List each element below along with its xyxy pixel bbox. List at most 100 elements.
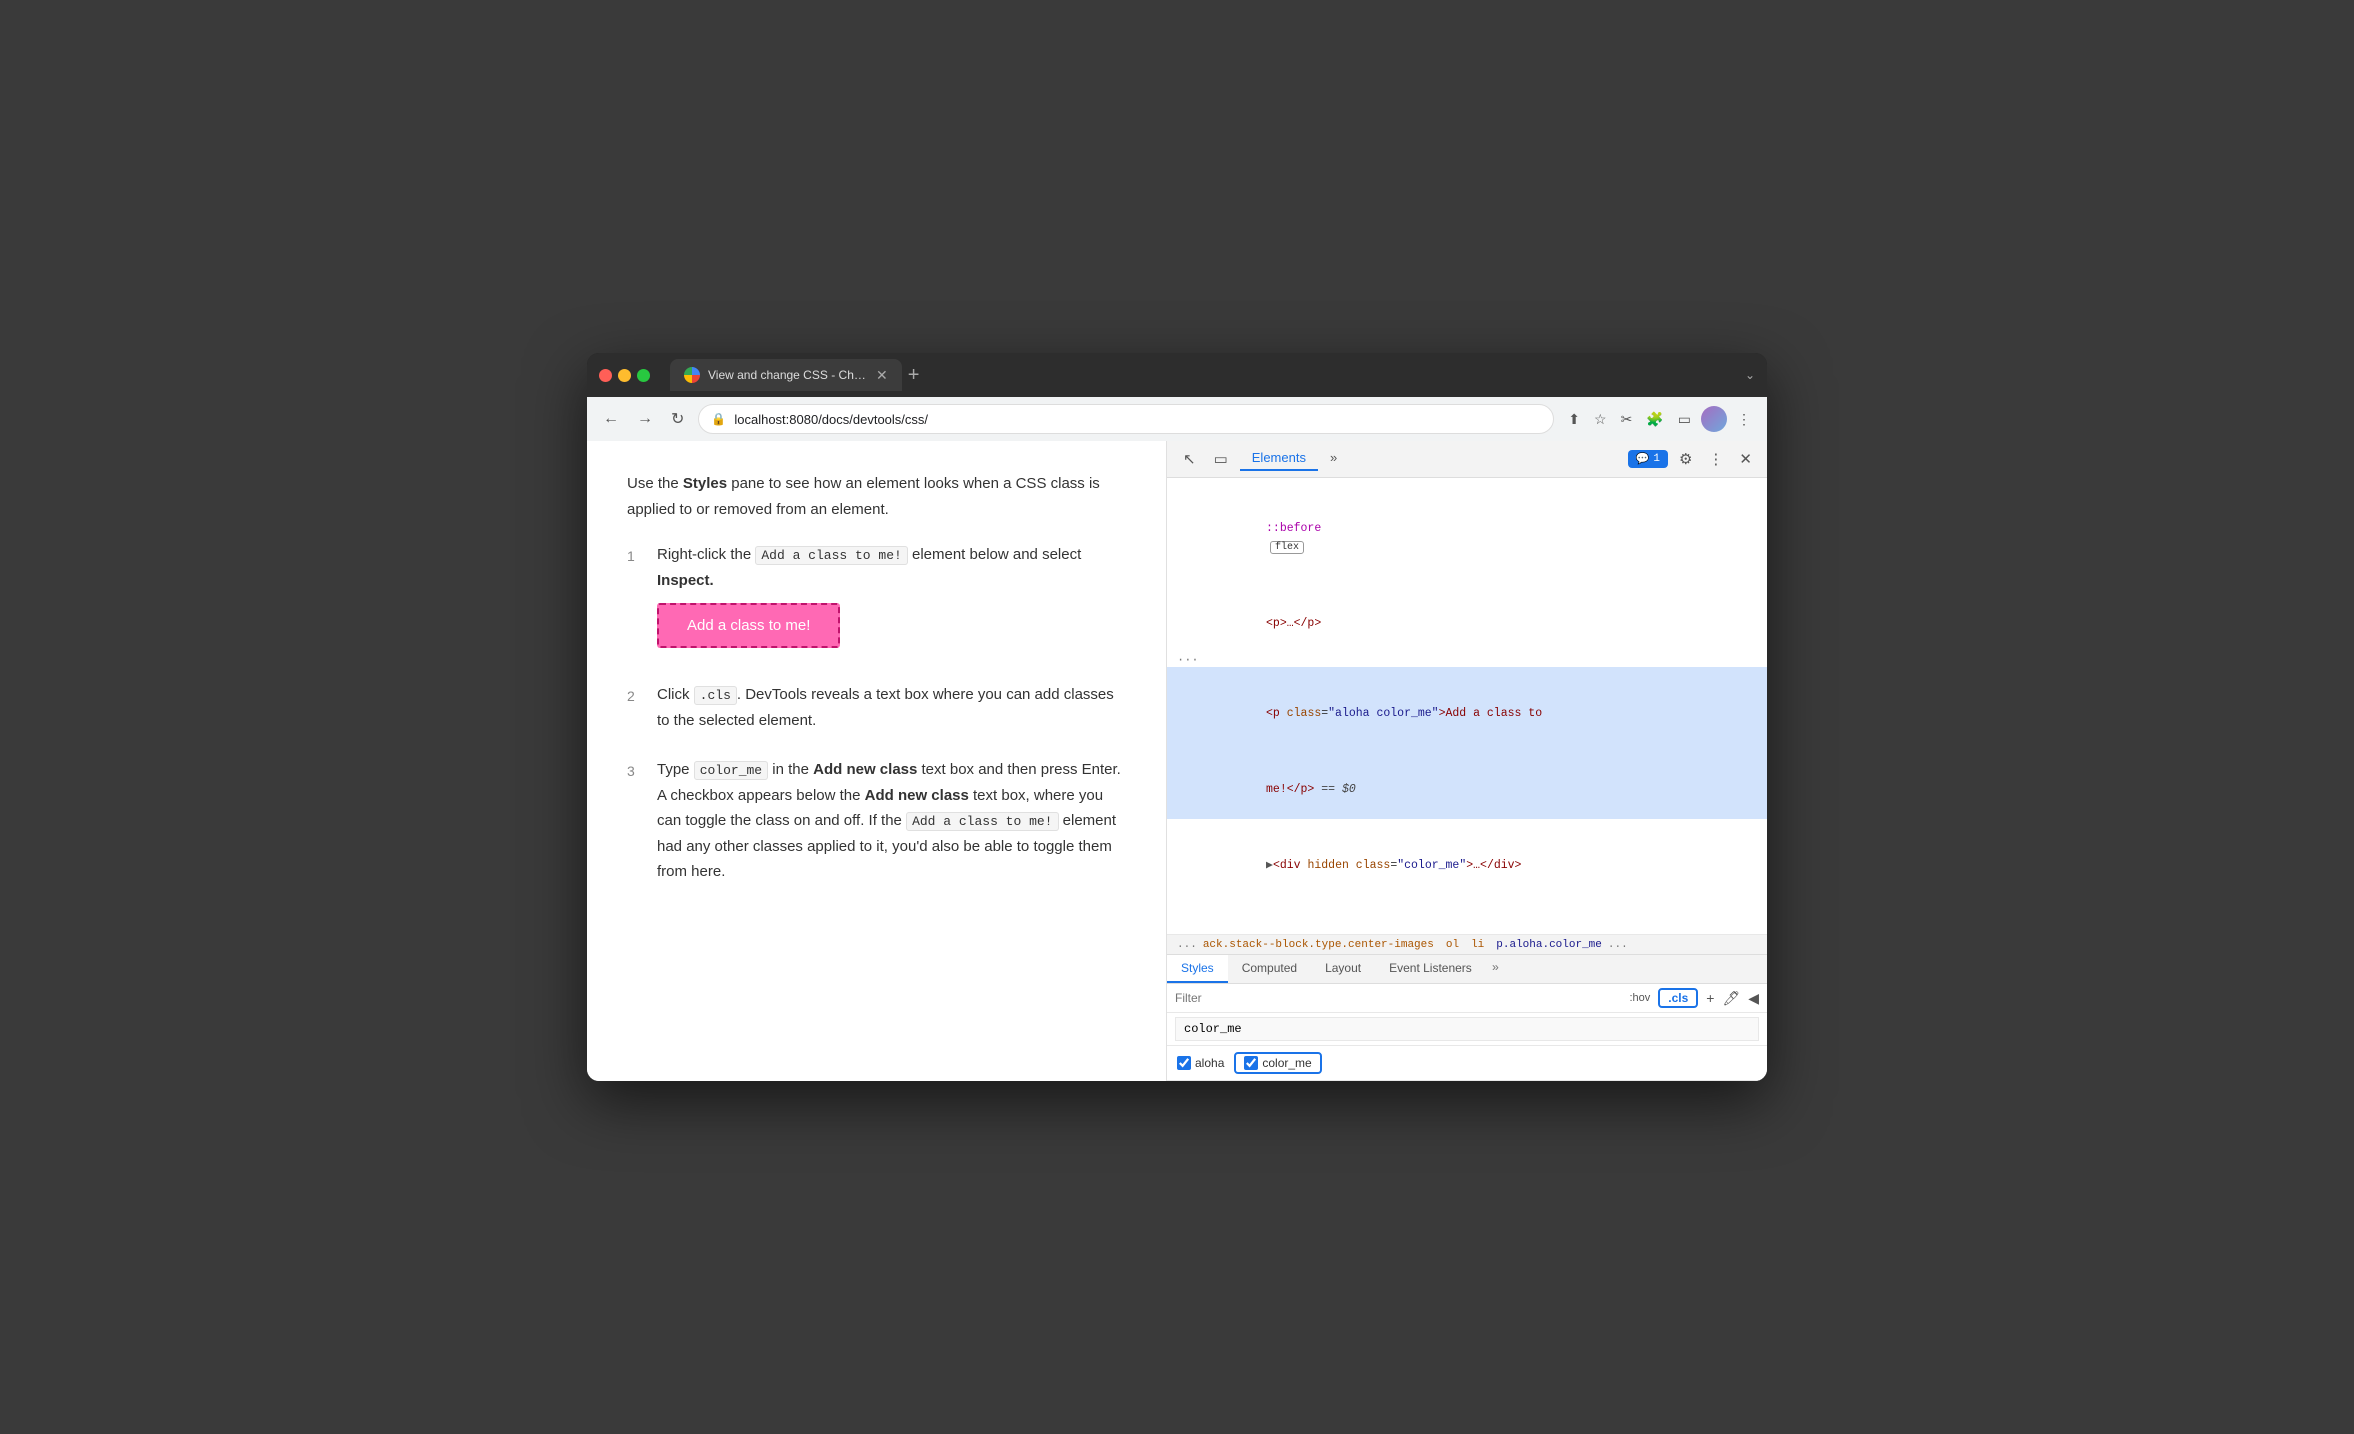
breadcrumb-item-1[interactable]: ol xyxy=(1446,939,1459,951)
traffic-lights xyxy=(599,369,650,382)
step-number-3: 3 xyxy=(627,760,641,784)
dom-dots: ··· xyxy=(1167,653,1767,667)
step-2-content: Click .cls. DevTools reveals a text box … xyxy=(657,682,1126,733)
dom-line-p1: <p>…</p> xyxy=(1167,577,1767,653)
breadcrumb-item-0[interactable]: ack.stack--block.type.center-images xyxy=(1203,939,1434,951)
reload-button[interactable]: ↻ xyxy=(667,405,688,433)
devtools-header-actions: 💬 1 ⚙ ⋮ ✕ xyxy=(1628,448,1757,470)
device-toolbar-button[interactable]: ▭ xyxy=(1208,446,1234,472)
add-class-code2: Add a class to me! xyxy=(906,812,1058,831)
class-toggles: aloha color_me xyxy=(1167,1046,1767,1081)
add-new-class-bold2: Add new class xyxy=(865,787,969,804)
breadcrumb-item-3[interactable]: p.aloha.color_me xyxy=(1496,939,1602,951)
add-rule-button[interactable]: + xyxy=(1706,990,1714,1006)
cls-button[interactable]: .cls xyxy=(1658,988,1698,1008)
page-content: Use the Styles pane to see how an elemen… xyxy=(587,441,1167,1081)
instruction-list: 1 Right-click the Add a class to me! ele… xyxy=(627,542,1126,885)
aloha-checkbox[interactable] xyxy=(1177,1056,1191,1070)
demo-button[interactable]: Add a class to me! xyxy=(657,603,840,648)
add-new-class-bold1: Add new class xyxy=(813,761,917,778)
step-number-1: 1 xyxy=(627,545,641,569)
new-tab-button[interactable]: + xyxy=(908,365,920,385)
security-icon: 🔒 xyxy=(711,412,726,426)
tab-dropdown-icon[interactable]: ⌄ xyxy=(1745,368,1755,382)
styles-tab-more[interactable]: » xyxy=(1486,955,1505,983)
step-1: 1 Right-click the Add a class to me! ele… xyxy=(627,542,1126,658)
class-toggle-aloha[interactable]: aloha xyxy=(1177,1056,1224,1070)
share-button[interactable]: ⬆ xyxy=(1564,407,1584,432)
browser-content: Use the Styles pane to see how an elemen… xyxy=(587,441,1767,1081)
tab-close-icon[interactable]: ✕ xyxy=(876,367,888,384)
dom-pseudo-before: ::before xyxy=(1266,522,1321,535)
tab-bar: View and change CSS - Chrom… ✕ + xyxy=(670,359,1737,391)
devtools-header: ↖ ▭ Elements » 💬 1 ⚙ ⋮ ✕ xyxy=(1167,441,1767,478)
inspect-tool-button[interactable]: ↖ xyxy=(1177,446,1202,472)
notification-count: 1 xyxy=(1653,453,1660,465)
class-toggle-color-me[interactable]: color_me xyxy=(1234,1052,1321,1074)
url-text: localhost:8080/docs/devtools/css/ xyxy=(734,412,928,427)
step-number-2: 2 xyxy=(627,685,641,709)
filter-bar: :hov .cls + 🖊 ◀ xyxy=(1167,984,1767,1013)
styles-tab-styles[interactable]: Styles xyxy=(1167,955,1228,983)
devtools-tab-strip: Elements » xyxy=(1240,446,1622,471)
address-actions: ⬆ ☆ ✂ 🧩 ▭ ⋮ xyxy=(1564,406,1755,432)
maximize-button[interactable] xyxy=(637,369,650,382)
address-bar: ← → ↻ 🔒 localhost:8080/docs/devtools/css… xyxy=(587,397,1767,441)
dom-p-tag[interactable]: <p>…</p> xyxy=(1266,617,1321,630)
devtools-tab-more[interactable]: » xyxy=(1318,446,1349,471)
tab-title: View and change CSS - Chrom… xyxy=(708,368,868,382)
inspect-bold: Inspect. xyxy=(657,572,714,589)
styles-bold: Styles xyxy=(683,475,727,492)
cut-icon[interactable]: ✂ xyxy=(1617,407,1637,432)
step-1-content: Right-click the Add a class to me! eleme… xyxy=(657,542,1126,658)
notification-icon: 💬 xyxy=(1636,452,1650,466)
step-3-text: Type color_me in the Add new class text … xyxy=(657,761,1121,880)
back-button[interactable]: ← xyxy=(599,406,623,432)
dom-line-selected2[interactable]: me!</p> == $0 xyxy=(1167,743,1767,819)
devtools-tab-elements[interactable]: Elements xyxy=(1240,446,1318,471)
color-me-checkbox[interactable] xyxy=(1244,1056,1258,1070)
forward-button[interactable]: → xyxy=(633,406,657,432)
close-devtools-button[interactable]: ✕ xyxy=(1734,448,1757,470)
browser-tab[interactable]: View and change CSS - Chrom… ✕ xyxy=(670,359,902,391)
intro-paragraph: Use the Styles pane to see how an elemen… xyxy=(627,471,1126,522)
styles-tab-layout[interactable]: Layout xyxy=(1311,955,1375,983)
color-picker-button[interactable]: 🖊 xyxy=(1722,990,1740,1007)
devtools-panel: ↖ ▭ Elements » 💬 1 ⚙ ⋮ ✕ xyxy=(1167,441,1767,1081)
step-1-text: Right-click the Add a class to me! eleme… xyxy=(657,546,1081,589)
profile-avatar[interactable] xyxy=(1701,406,1727,432)
bookmark-button[interactable]: ☆ xyxy=(1590,407,1611,432)
hov-button[interactable]: :hov xyxy=(1629,992,1650,1004)
minimize-button[interactable] xyxy=(618,369,631,382)
breadcrumb-item-2[interactable]: li xyxy=(1471,939,1484,951)
dom-line-div[interactable]: ▶<div hidden class="color_me">…</div> xyxy=(1167,819,1767,895)
more-tools-button[interactable]: ⋮ xyxy=(1703,448,1728,470)
dom-line-selected1[interactable]: <p class="aloha color_me">Add a class to xyxy=(1167,667,1767,743)
cls-code: .cls xyxy=(694,686,737,705)
media-button[interactable]: ◀ xyxy=(1748,990,1759,1007)
extensions-button[interactable]: 🧩 xyxy=(1642,407,1667,432)
breadcrumb-dots: ... xyxy=(1177,939,1197,951)
step-1-code: Add a class to me! xyxy=(755,546,907,565)
styles-tab-bar: Styles Computed Layout Event Listeners » xyxy=(1167,955,1767,984)
close-button[interactable] xyxy=(599,369,612,382)
flex-badge: flex xyxy=(1270,541,1304,554)
styles-tab-event-listeners[interactable]: Event Listeners xyxy=(1375,955,1486,983)
breadcrumb-more[interactable]: ... xyxy=(1608,939,1628,951)
notification-badge: 💬 1 xyxy=(1628,450,1668,468)
breadcrumb-bar: ... ack.stack--block.type.center-images … xyxy=(1167,935,1767,955)
filter-input[interactable] xyxy=(1175,991,1621,1005)
color-me-code: color_me xyxy=(694,761,768,780)
styles-tab-computed[interactable]: Computed xyxy=(1228,955,1311,983)
step-2: 2 Click .cls. DevTools reveals a text bo… xyxy=(627,682,1126,733)
step-3-content: Type color_me in the Add new class text … xyxy=(657,757,1126,885)
settings-button[interactable]: ⚙ xyxy=(1674,448,1697,470)
menu-button[interactable]: ⋮ xyxy=(1733,407,1755,432)
step-3: 3 Type color_me in the Add new class tex… xyxy=(627,757,1126,885)
dom-line-pseudo: ::before flex xyxy=(1167,482,1767,577)
address-input[interactable]: 🔒 localhost:8080/docs/devtools/css/ xyxy=(698,404,1554,434)
sidebar-button[interactable]: ▭ xyxy=(1674,407,1695,432)
color-me-label: color_me xyxy=(1262,1056,1311,1070)
browser-window: View and change CSS - Chrom… ✕ + ⌄ ← → ↻… xyxy=(587,353,1767,1081)
class-input[interactable] xyxy=(1175,1017,1759,1041)
